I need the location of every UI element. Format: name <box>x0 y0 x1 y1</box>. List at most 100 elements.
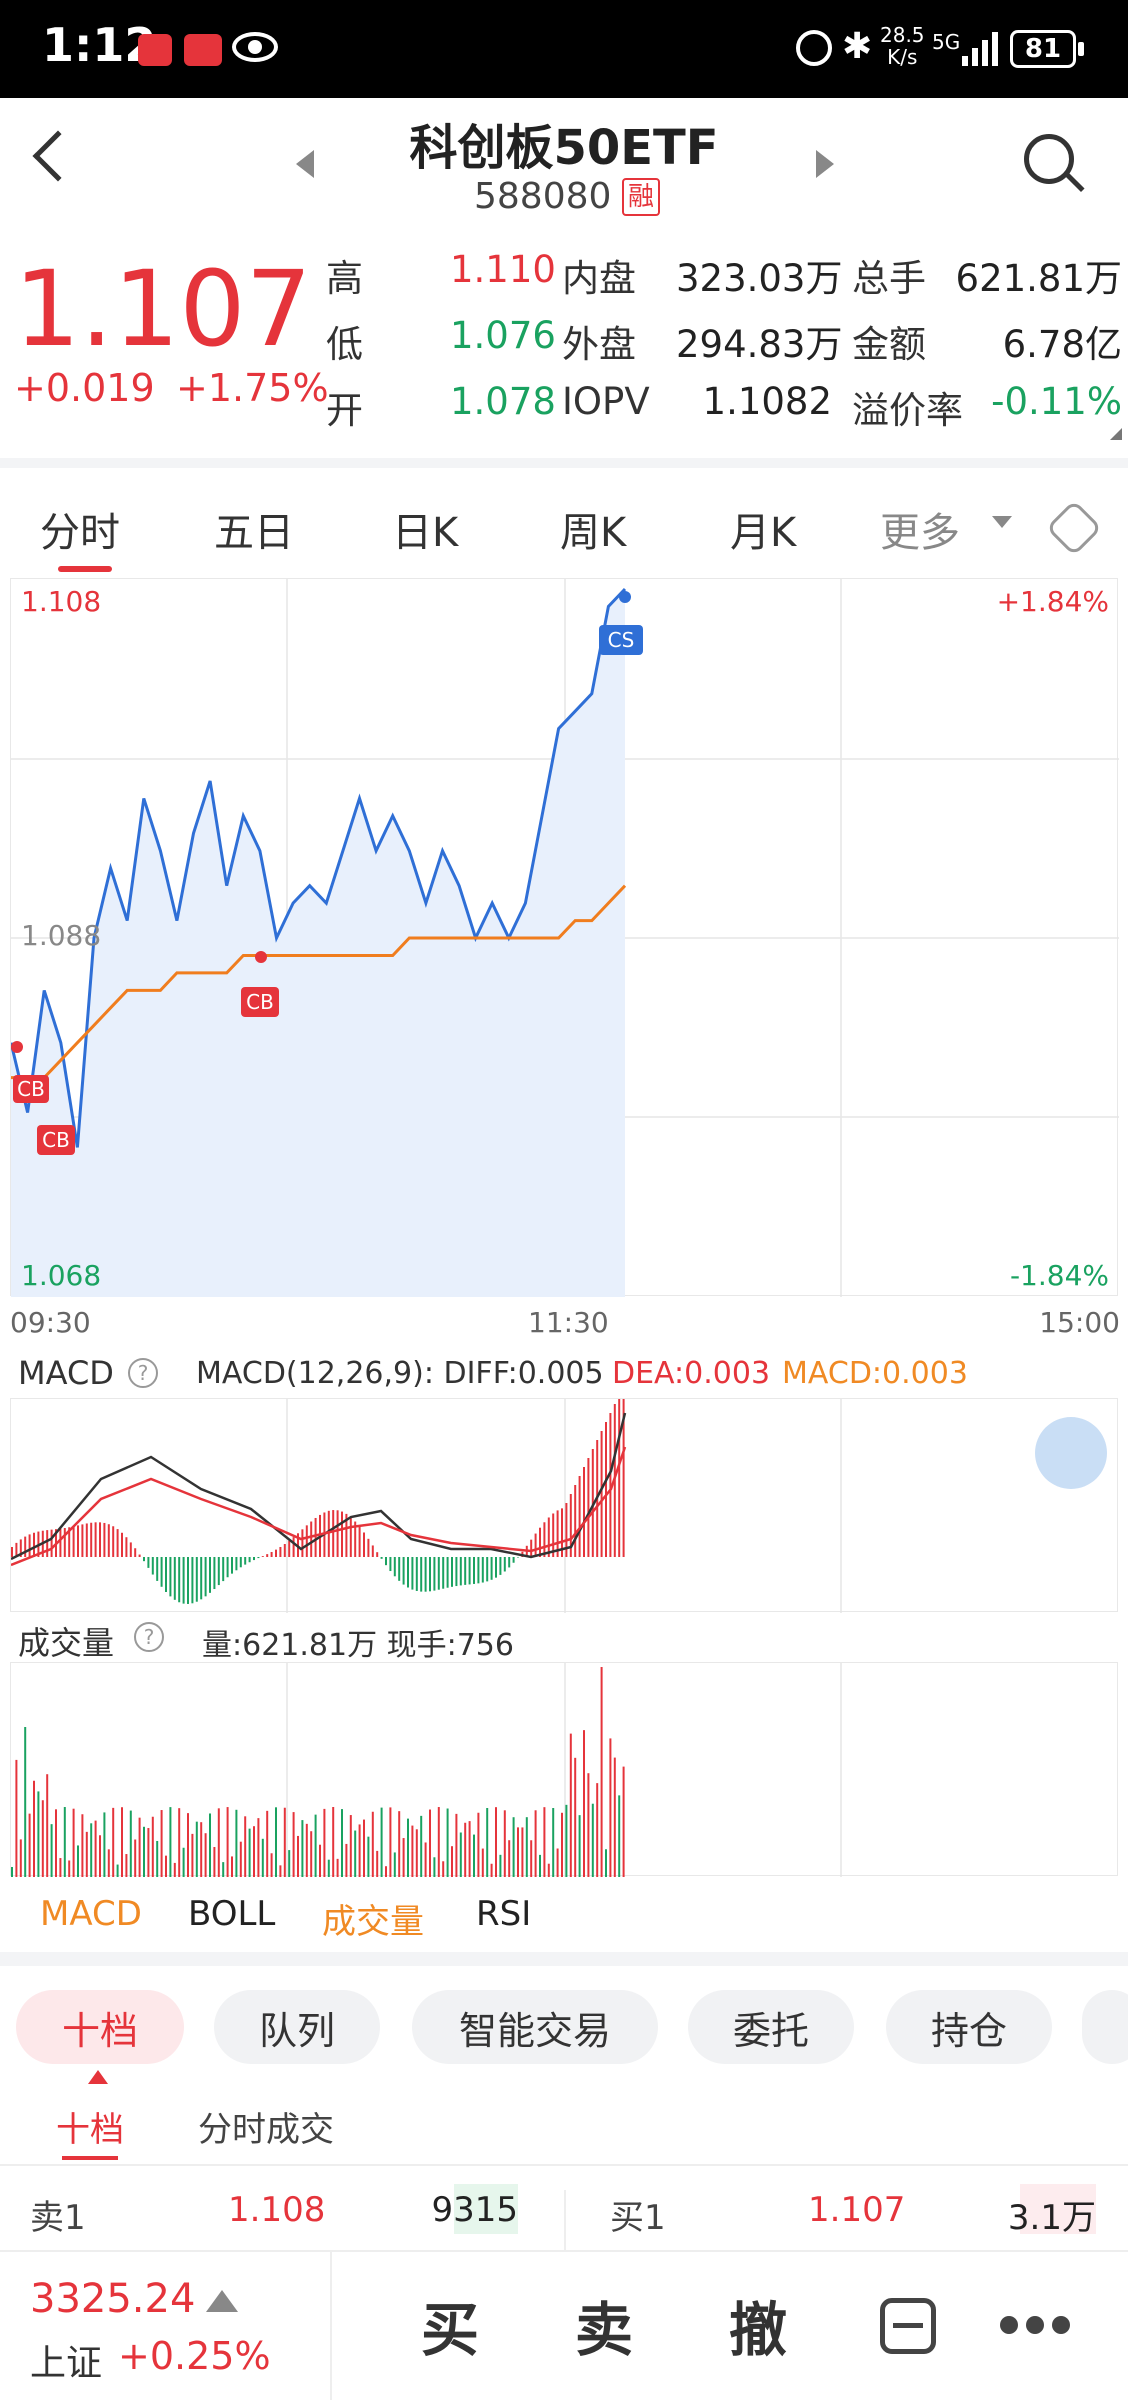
diff-line <box>10 1412 627 1561</box>
pill-pointer <box>88 2070 108 2084</box>
volume-bar <box>486 1808 489 1877</box>
sell1-price[interactable]: 1.108 <box>228 2190 325 2230</box>
buy1-price[interactable]: 1.107 <box>808 2190 905 2230</box>
current-price: 1.107 <box>14 248 312 370</box>
macd-bar <box>90 1522 93 1557</box>
macd-bar <box>231 1557 233 1574</box>
macd-value: MACD:0.003 <box>782 1356 968 1391</box>
volume-bar <box>587 1773 590 1877</box>
divider <box>0 458 1128 468</box>
signal-icon <box>962 28 998 66</box>
volume-bar <box>385 1866 387 1877</box>
sell-button[interactable]: 卖 <box>544 2250 664 2400</box>
macd-bar <box>503 1557 506 1572</box>
tab-day-k[interactable]: 日K <box>392 500 458 558</box>
volume-bar <box>398 1811 401 1877</box>
tab-queue[interactable]: 队列 <box>214 1990 380 2064</box>
volume-bar <box>24 1727 27 1877</box>
intraday-chart[interactable]: CB CB CB CS 1.108 1.088 1.068 +1.84% -1.… <box>9 578 1119 1297</box>
more-icon[interactable] <box>1000 2316 1070 2336</box>
volume-bar <box>517 1827 519 1877</box>
tab-more-overflow[interactable] <box>1082 1990 1128 2064</box>
buy-button[interactable]: 买 <box>390 2250 510 2400</box>
subtab-trades[interactable]: 分时成交 <box>198 2102 334 2151</box>
tab-smart-trade[interactable]: 智能交易 <box>412 1990 658 2064</box>
volume-bar <box>622 1766 625 1877</box>
macd-bar <box>473 1557 475 1584</box>
macd-bar <box>587 1458 590 1557</box>
volume-bar <box>107 1849 110 1877</box>
volume-bar <box>94 1820 97 1877</box>
volume-bar <box>481 1848 484 1877</box>
volume-bar <box>134 1839 137 1877</box>
index-value[interactable]: 3325.24 <box>30 2276 195 2322</box>
volume-bar <box>213 1847 216 1877</box>
eye-icon <box>232 32 278 62</box>
volume-bar <box>596 1783 599 1877</box>
settings-icon[interactable] <box>1045 499 1103 557</box>
pct-bottom-label: -1.84% <box>1009 1259 1109 1292</box>
macd-bar <box>24 1536 27 1557</box>
volume-bar <box>341 1809 343 1877</box>
volume-bar <box>578 1815 581 1877</box>
cancel-order-button[interactable]: 撤 <box>698 2250 818 2400</box>
volume-bar <box>297 1835 299 1877</box>
volume-bar <box>121 1807 123 1877</box>
indicator-tab-volume[interactable]: 成交量 <box>322 1894 424 1943</box>
outer-label: 外盘 <box>562 323 636 366</box>
battery-icon: 81 <box>1010 30 1076 68</box>
low-value: 1.076 <box>450 314 556 357</box>
stock-header: 科创板50ETF 588080 融 <box>0 98 1128 217</box>
macd-bar <box>81 1524 84 1557</box>
indicator-tab-macd[interactable]: MACD <box>40 1894 142 1934</box>
volume-bar <box>72 1808 75 1877</box>
tab-ten-levels[interactable]: 十档 <box>16 1990 184 2064</box>
tab-month-k[interactable]: 月K <box>730 500 796 558</box>
macd-bar <box>112 1526 115 1557</box>
macd-bar <box>539 1527 541 1557</box>
volume-bar <box>301 1820 304 1877</box>
volume-bar <box>521 1827 524 1877</box>
macd-bar <box>187 1557 189 1604</box>
macd-bar <box>261 1556 264 1557</box>
tab-intraday[interactable]: 分时 <box>40 500 120 558</box>
volume-bar <box>605 1849 607 1877</box>
svg-text:CB: CB <box>246 990 274 1014</box>
volume-bar <box>103 1812 106 1877</box>
volume-bar <box>534 1810 537 1877</box>
volume-bar <box>253 1826 255 1877</box>
tab-week-k[interactable]: 周K <box>560 500 626 558</box>
volume-bar <box>618 1795 621 1877</box>
fullscreen-icon[interactable] <box>1035 1417 1107 1489</box>
macd-bar <box>191 1557 194 1604</box>
volume-bar <box>50 1824 53 1877</box>
macd-bar <box>165 1557 167 1592</box>
index-name: 上证 <box>30 2343 103 2384</box>
macd-bar <box>156 1557 159 1581</box>
indicator-tab-rsi[interactable]: RSI <box>476 1894 531 1934</box>
buy1-label: 买1 <box>610 2198 666 2238</box>
help-icon[interactable]: ? <box>128 1358 158 1388</box>
macd-bar <box>358 1526 361 1557</box>
indicator-tab-boll[interactable]: BOLL <box>188 1894 275 1934</box>
volume-bar <box>503 1810 506 1877</box>
minimize-icon[interactable] <box>880 2298 936 2354</box>
macd-bar <box>574 1485 577 1557</box>
volume-bar <box>468 1821 471 1877</box>
macd-bar <box>134 1548 137 1557</box>
macd-bar <box>217 1557 220 1586</box>
next-stock-icon[interactable] <box>816 150 834 178</box>
volume-bar <box>569 1733 572 1877</box>
macd-bar <box>393 1557 396 1577</box>
subtab-ten-levels[interactable]: 十档 <box>56 2102 124 2151</box>
tab-five-day[interactable]: 五日 <box>214 500 294 558</box>
macd-bar <box>402 1557 405 1585</box>
battery-tip <box>1078 42 1084 56</box>
tab-more[interactable]: 更多 <box>880 500 960 558</box>
volume-bar <box>561 1812 563 1877</box>
tab-orders[interactable]: 委托 <box>688 1990 854 2064</box>
volume-bar <box>437 1807 440 1877</box>
help-icon[interactable]: ? <box>134 1622 164 1652</box>
tab-positions[interactable]: 持仓 <box>886 1990 1052 2064</box>
expand-corner-icon[interactable] <box>1110 428 1122 440</box>
